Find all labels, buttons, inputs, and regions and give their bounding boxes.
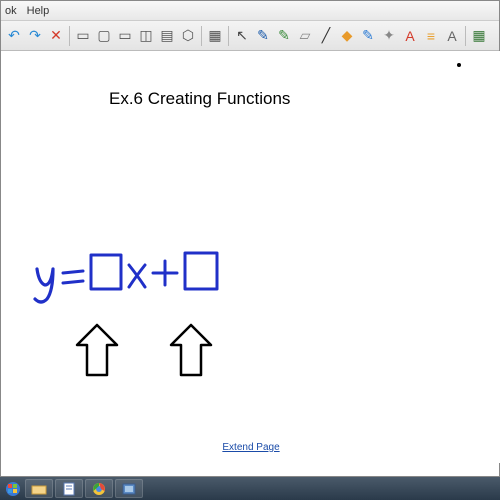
screen3-icon[interactable]: ▭ [115,25,135,47]
equation-handwriting [29,241,229,401]
start-button[interactable] [2,479,24,498]
shape-icon[interactable]: ⬡ [178,25,198,47]
text-icon[interactable]: A [400,25,420,47]
toolbar-separator [228,26,229,46]
eraser-icon[interactable]: ▱ [295,25,315,47]
toolbar-separator [465,26,466,46]
capture-icon[interactable]: ◫ [136,25,156,47]
shape2-icon[interactable]: ◆ [337,25,357,47]
delete-icon[interactable]: ✕ [46,25,66,47]
dot-mark [457,63,461,67]
extend-page-link[interactable]: Extend Page [222,442,279,453]
pen-icon[interactable]: ✎ [253,25,273,47]
menu-item-help[interactable]: Help [27,5,50,17]
pen2-icon[interactable]: ✎ [274,25,294,47]
taskbar-explorer[interactable] [25,479,53,498]
taskbar-chrome[interactable] [85,479,113,498]
magic-icon[interactable]: ✦ [379,25,399,47]
line-icon[interactable]: ╱ [316,25,336,47]
canvas-area[interactable]: Ex.6 Creating Functions Extend Page [1,51,500,463]
toolbar-separator [69,26,70,46]
taskbar-gallery[interactable] [115,479,143,498]
toolbar: ↶↷✕▭▢▭◫▤⬡▦↖✎✎▱╱◆✎✦A≡A▦ [1,21,499,51]
menubar: ok Help [1,1,499,21]
undo-icon[interactable]: ↶ [4,25,24,47]
text2-icon[interactable]: A [442,25,462,47]
taskbar-notebook[interactable] [55,479,83,498]
menu-item[interactable]: ok [5,5,17,17]
select-icon[interactable]: ↖ [232,25,252,47]
toolbar-separator [201,26,202,46]
screen-icon[interactable]: ▭ [73,25,93,47]
pen3-icon[interactable]: ✎ [358,25,378,47]
doc-icon[interactable]: ▤ [157,25,177,47]
taskbar [0,477,500,500]
table-icon[interactable]: ▦ [205,25,225,47]
redo-icon[interactable]: ↷ [25,25,45,47]
format-icon[interactable]: ≡ [421,25,441,47]
app-window: ok Help ↶↷✕▭▢▭◫▤⬡▦↖✎✎▱╱◆✎✦A≡A▦ Ex.6 Crea… [0,0,500,477]
screen2-icon[interactable]: ▢ [94,25,114,47]
props-icon[interactable]: ▦ [469,25,489,47]
page-title: Ex.6 Creating Functions [109,89,290,109]
